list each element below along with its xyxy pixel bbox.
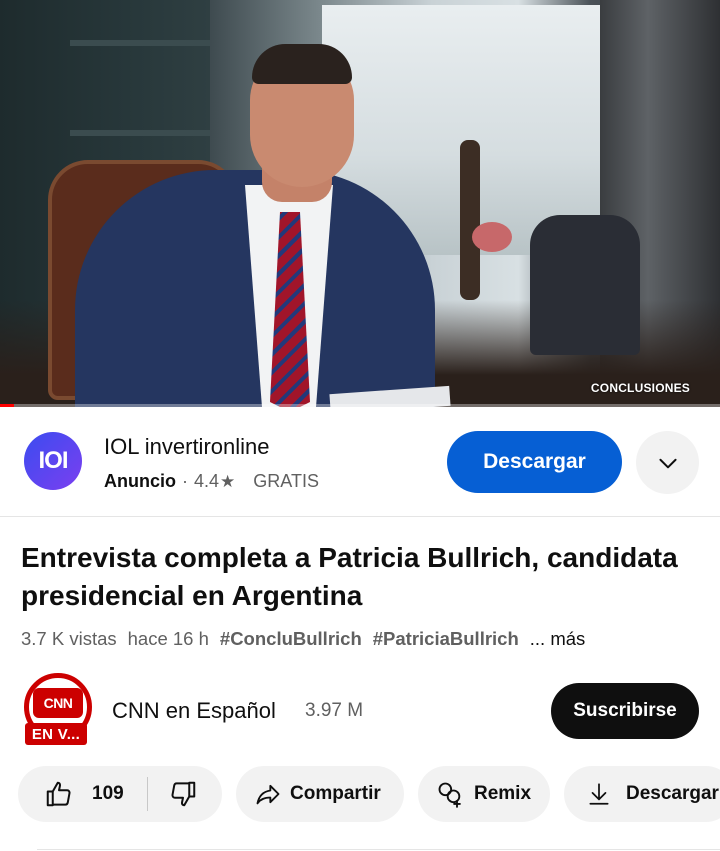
download-button[interactable]: Descargar <box>564 766 720 822</box>
cnn-logo: CNN <box>33 688 83 718</box>
share-icon <box>256 784 280 805</box>
ad-app-logo[interactable]: IOI <box>24 432 82 490</box>
thumbs-up-icon[interactable] <box>44 779 74 809</box>
ad-rating: 4.4 <box>194 471 220 491</box>
video-scene-flowers <box>472 222 512 252</box>
remix-label: Remix <box>474 783 532 804</box>
ad-price: GRATIS <box>253 471 319 491</box>
thumbs-down-icon[interactable] <box>168 779 198 809</box>
video-title[interactable]: Entrevista completa a Patricia Bullrich,… <box>21 539 701 615</box>
video-meta[interactable]: 3.7 K vistas hace 16 h #ConcluBullrich #… <box>21 628 585 650</box>
subscriber-count: 3.97 M <box>305 700 364 721</box>
share-label: Compartir <box>290 783 381 804</box>
chevron-down-icon <box>658 458 677 468</box>
ad-download-button[interactable]: Descargar <box>447 431 622 493</box>
like-count[interactable]: 109 <box>92 783 124 805</box>
download-icon <box>589 783 609 805</box>
hashtag-link[interactable]: #ConcluBullrich <box>220 628 362 650</box>
video-scene-armchair <box>530 215 640 355</box>
video-overlay-label: CONCLUSIONES <box>590 381 690 395</box>
ad-title[interactable]: IOL invertironline <box>104 434 269 460</box>
live-badge[interactable]: EN V... <box>25 723 87 745</box>
channel-name[interactable]: CNN en Español <box>112 698 276 724</box>
like-dislike-group: 109 <box>18 766 222 822</box>
upload-age: hace 16 h <box>127 628 209 649</box>
show-more-link[interactable]: ... más <box>530 628 586 650</box>
view-count: 3.7 K vistas <box>21 628 117 649</box>
remix-button[interactable]: Remix <box>418 766 550 822</box>
divider <box>37 849 720 850</box>
hashtag-link[interactable]: #PatriciaBullrich <box>373 628 519 650</box>
remix-icon <box>438 782 461 808</box>
video-player[interactable]: CONCLUSIONES <box>0 0 720 407</box>
ad-banner[interactable]: IOI IOL invertironline Anuncio · 4.4 ★ G… <box>0 407 720 517</box>
subscribe-button[interactable]: Suscribirse <box>551 683 699 739</box>
ad-expand-button[interactable] <box>636 431 699 494</box>
ad-sponsored-label: Anuncio <box>104 471 176 491</box>
download-label: Descargar <box>626 783 719 804</box>
ad-meta: Anuncio · 4.4 ★ GRATIS <box>104 471 319 491</box>
star-icon: ★ <box>220 471 236 491</box>
video-scene-statue <box>460 140 480 300</box>
share-button[interactable]: Compartir <box>236 766 404 822</box>
